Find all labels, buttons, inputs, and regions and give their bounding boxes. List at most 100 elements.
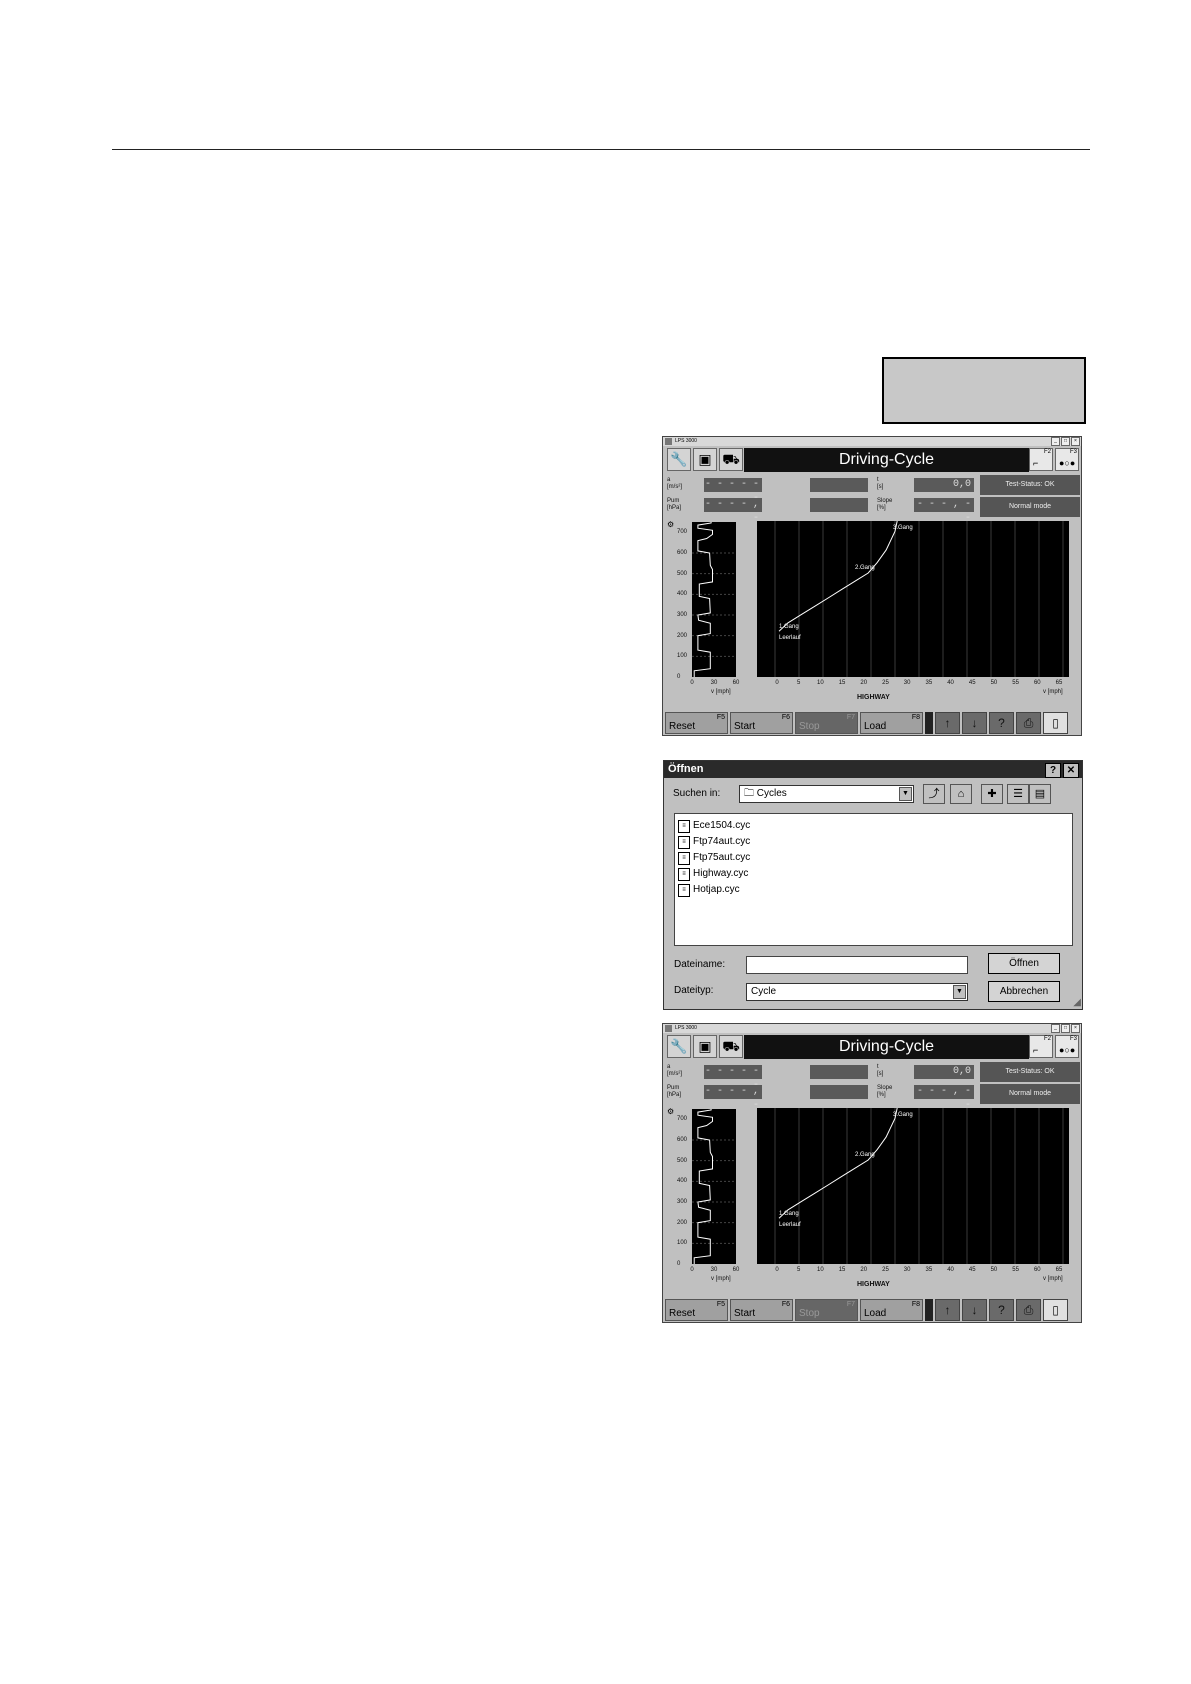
dialog-title-buttons: ? ✕ xyxy=(1045,763,1079,778)
folder-up-button[interactable]: ⤴ xyxy=(923,784,945,804)
list-view-icon[interactable]: ☰ xyxy=(1007,784,1029,804)
small-plot-x-tick: 30 xyxy=(710,680,718,686)
file-name: Ftp74aut.cyc xyxy=(693,836,751,847)
minimize-button[interactable]: _ xyxy=(1051,1024,1060,1033)
file-item-ece1504[interactable]: ≡ Ece1504.cyc xyxy=(678,818,1069,834)
t-label: t xyxy=(877,477,879,483)
cycle-name: HIGHWAY xyxy=(857,1281,890,1288)
small-plot-y-tick: 500 xyxy=(677,570,688,577)
exit-door-icon[interactable]: ▯ xyxy=(1043,712,1068,734)
arrow-up-icon[interactable]: ↑ xyxy=(935,1299,960,1321)
slope-label: Slope xyxy=(877,498,893,504)
big-plot-x-tick: 10 xyxy=(817,680,824,686)
arrow-down-icon[interactable]: ↓ xyxy=(962,712,987,734)
desktop-icon[interactable]: ⌂ xyxy=(950,784,972,804)
arrow-up-icon[interactable]: ↑ xyxy=(935,712,960,734)
big-plot-x-tick: 40 xyxy=(947,680,954,686)
function-key-group: F2 ⌐ F3 ●○● xyxy=(1029,448,1079,471)
file-item-ftp74aut[interactable]: ≡ Ftp74aut.cyc xyxy=(678,834,1069,850)
stop-button[interactable]: Stop F7 xyxy=(795,1299,858,1321)
printer-icon[interactable]: ⎙ xyxy=(1016,712,1041,734)
close-button[interactable]: × xyxy=(1071,1024,1080,1033)
dialog-close-button[interactable]: ✕ xyxy=(1063,763,1079,778)
f3-button[interactable]: F3 ●○● xyxy=(1055,448,1079,471)
engine-icon[interactable]: ▣ xyxy=(693,1035,717,1058)
folder-icon: 🗀 xyxy=(744,788,757,799)
car-icon[interactable]: ⛟ xyxy=(719,1035,743,1058)
blank-display-1 xyxy=(810,1065,868,1079)
load-key: F8 xyxy=(911,1301,920,1308)
help-icon[interactable]: ? xyxy=(989,712,1014,734)
test-status-badge: Test-Status: OK xyxy=(980,1062,1080,1082)
details-view-icon[interactable]: ▤ xyxy=(1029,784,1051,804)
cancel-button[interactable]: Abbrechen xyxy=(988,981,1060,1002)
reset-label: Reset xyxy=(669,721,696,732)
filename-input[interactable] xyxy=(746,956,968,974)
a-label: a xyxy=(667,1064,671,1070)
exit-door-icon[interactable]: ▯ xyxy=(1043,1299,1068,1321)
small-plot-x-tick: 60 xyxy=(732,1267,740,1273)
chevron-down-icon[interactable]: ▼ xyxy=(899,787,912,801)
car-side-icon: ⌐ xyxy=(1033,458,1039,468)
maximize-button[interactable]: □ xyxy=(1061,437,1070,446)
a-unit: [m/s²] xyxy=(667,1071,682,1077)
reset-button[interactable]: Reset F5 xyxy=(665,712,728,734)
small-plot-x-tick: 0 xyxy=(690,1267,694,1273)
arrow-down-icon[interactable]: ↓ xyxy=(962,1299,987,1321)
maximize-button[interactable]: □ xyxy=(1061,1024,1070,1033)
annotation-1-gang: 1.Gang xyxy=(779,1211,799,1217)
t-label: t xyxy=(877,1064,879,1070)
big-plot-x-tick: 35 xyxy=(925,1267,933,1273)
wheels-icon: ●○● xyxy=(1059,458,1076,468)
help-icon[interactable]: ? xyxy=(989,1299,1014,1321)
chevron-down-icon[interactable]: ▼ xyxy=(953,985,966,999)
stop-button[interactable]: Stop F7 xyxy=(795,712,858,734)
wrench-icon[interactable]: 🔧 xyxy=(667,448,691,471)
small-plot-y-tick: 0 xyxy=(677,1261,681,1267)
a-display: - - - - - - xyxy=(704,478,762,504)
start-button[interactable]: Start F6 xyxy=(730,1299,793,1321)
file-item-highway[interactable]: ≡ Highway.cyc xyxy=(678,866,1069,882)
engine-icon[interactable]: ▣ xyxy=(693,448,717,471)
driving-cycle-window-1: LPS 3000 _ □ × 🔧 ▣ ⛟ Driving-Cycle F2 ⌐ F… xyxy=(662,436,1082,736)
look-in-value: Cycles xyxy=(756,788,787,799)
car-icon[interactable]: ⛟ xyxy=(719,448,743,471)
load-button[interactable]: Load F8 xyxy=(860,1299,923,1321)
f3-button[interactable]: F3 ●○● xyxy=(1055,1035,1079,1058)
printer-icon[interactable]: ⎙ xyxy=(1016,1299,1041,1321)
toolbar-separator xyxy=(925,1299,933,1321)
window-title: LPS 3000 xyxy=(675,438,697,444)
start-key: F6 xyxy=(781,1301,790,1308)
f2-button[interactable]: F2 ⌐ xyxy=(1029,1035,1053,1058)
file-item-hotjap[interactable]: ≡ Hotjap.cyc xyxy=(678,882,1069,898)
filetype-select[interactable]: Cycle ▼ xyxy=(746,983,968,1001)
file-icon: ≡ xyxy=(678,851,690,865)
slope-display: - - - , - - xyxy=(914,498,974,524)
f2-button[interactable]: F2 ⌐ xyxy=(1029,448,1053,471)
resize-grip-icon[interactable]: ◢ xyxy=(1073,997,1081,1008)
small-plot-y-tick: 300 xyxy=(677,1199,688,1205)
new-folder-icon[interactable]: ✚ xyxy=(981,784,1003,804)
file-item-ftp75aut[interactable]: ≡ Ftp75aut.cyc xyxy=(678,850,1069,866)
annotation-1-gang: 1.Gang xyxy=(779,624,799,630)
small-plot-y-tick: 0 xyxy=(677,674,681,680)
open-button[interactable]: Öffnen xyxy=(988,953,1060,974)
test-status-badge: Test-Status: OK xyxy=(980,475,1080,495)
small-plot-svg xyxy=(692,1109,736,1264)
slope-unit: [%] xyxy=(877,1092,886,1098)
minimize-button[interactable]: _ xyxy=(1051,437,1060,446)
start-label: Start xyxy=(734,1308,756,1319)
pum-unit: [hPa] xyxy=(667,1092,682,1098)
load-button[interactable]: Load F8 xyxy=(860,712,923,734)
small-plot-x-label: v [mph] xyxy=(711,689,731,695)
dialog-help-button[interactable]: ? xyxy=(1045,763,1061,778)
close-button[interactable]: × xyxy=(1071,437,1080,446)
pum-display: - - - - , - xyxy=(704,1085,762,1111)
reset-button[interactable]: Reset F5 xyxy=(665,1299,728,1321)
open-file-dialog: Öffnen ? ✕ Suchen in: 🗀 Cycles ▼ ⤴ ⌂ ✚ ☰… xyxy=(663,760,1083,1010)
look-in-select[interactable]: 🗀 Cycles ▼ xyxy=(739,785,914,803)
wrench-icon[interactable]: 🔧 xyxy=(667,1035,691,1058)
plot-settings-icon[interactable]: ⚙ xyxy=(667,520,674,529)
start-button[interactable]: Start F6 xyxy=(730,712,793,734)
plot-settings-icon[interactable]: ⚙ xyxy=(667,1107,674,1116)
